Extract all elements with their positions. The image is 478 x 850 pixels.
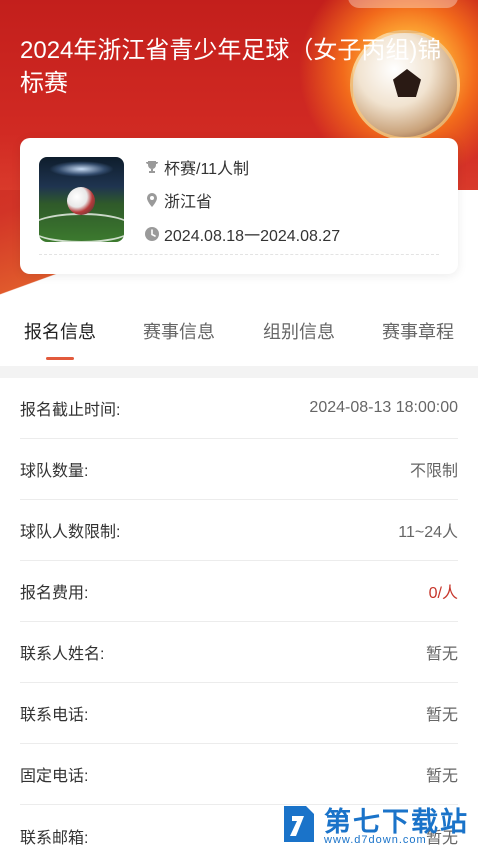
card-divider bbox=[39, 254, 439, 255]
info-tabs: 报名信息 赛事信息 组别信息 赛事章程 bbox=[0, 318, 478, 366]
event-dates: 2024.08.18一2024.08.27 bbox=[164, 228, 341, 245]
watermark: 第七下载站 www.d7down.com bbox=[280, 800, 478, 850]
top-action-capsule[interactable] bbox=[348, 0, 458, 8]
row-label: 联系人姓名: bbox=[20, 646, 105, 663]
event-summary-card: 杯赛/11人制 浙江省 2024.08.18一2024.08.27 bbox=[20, 138, 458, 274]
event-location-row: 浙江省 bbox=[144, 188, 212, 212]
tab-event-rules[interactable]: 赛事章程 bbox=[382, 318, 454, 344]
list-item-fee: 报名费用: 0/人 bbox=[20, 561, 458, 622]
list-item-contact-phone: 联系电话: 暂无 bbox=[20, 683, 458, 744]
row-value: 暂无 bbox=[425, 646, 458, 663]
tab-group-info[interactable]: 组别信息 bbox=[263, 318, 335, 344]
row-value: 11~24人 bbox=[398, 524, 458, 541]
event-thumbnail bbox=[39, 157, 124, 242]
row-value: 2024-08-13 18:00:00 bbox=[309, 399, 458, 416]
event-type: 杯赛/11人制 bbox=[164, 161, 250, 178]
row-label: 固定电话: bbox=[20, 768, 89, 785]
row-label: 报名截止时间: bbox=[20, 402, 121, 419]
location-pin-icon bbox=[144, 192, 160, 208]
event-title: 2024年浙江省青少年足球（女子丙组)锦标赛 bbox=[20, 37, 442, 97]
list-item-landline: 固定电话: 暂无 bbox=[20, 744, 458, 805]
row-label: 联系电话: bbox=[20, 707, 89, 724]
fee-value: 0/人 bbox=[428, 585, 458, 602]
row-label: 联系邮箱: bbox=[20, 829, 89, 847]
section-separator bbox=[0, 366, 478, 378]
active-tab-indicator bbox=[46, 357, 74, 360]
row-value: 不限制 bbox=[409, 463, 458, 480]
event-type-row: 杯赛/11人制 bbox=[144, 155, 249, 179]
list-item-player-limit: 球队人数限制: 11~24人 bbox=[20, 500, 458, 561]
tab-registration-info[interactable]: 报名信息 bbox=[24, 318, 96, 344]
row-label: 球队数量: bbox=[20, 463, 89, 480]
trophy-icon bbox=[144, 159, 160, 175]
clock-icon bbox=[144, 226, 160, 242]
registration-info-list: 报名截止时间: 2024-08-13 18:00:00 球队数量: 不限制 球队… bbox=[0, 378, 478, 850]
list-item-team-count: 球队数量: 不限制 bbox=[20, 439, 458, 500]
watermark-logo-icon bbox=[284, 806, 314, 842]
row-value: 暂无 bbox=[425, 707, 458, 724]
watermark-url: www.d7down.com bbox=[324, 834, 427, 846]
row-label: 球队人数限制: bbox=[20, 524, 121, 541]
list-item-contact-name: 联系人姓名: 暂无 bbox=[20, 622, 458, 683]
event-location: 浙江省 bbox=[164, 194, 213, 211]
event-dates-row: 2024.08.18一2024.08.27 bbox=[144, 222, 340, 246]
list-item-deadline: 报名截止时间: 2024-08-13 18:00:00 bbox=[20, 378, 458, 439]
row-label: 报名费用: bbox=[20, 585, 89, 602]
tab-event-info[interactable]: 赛事信息 bbox=[143, 318, 215, 344]
row-value: 暂无 bbox=[425, 768, 458, 785]
